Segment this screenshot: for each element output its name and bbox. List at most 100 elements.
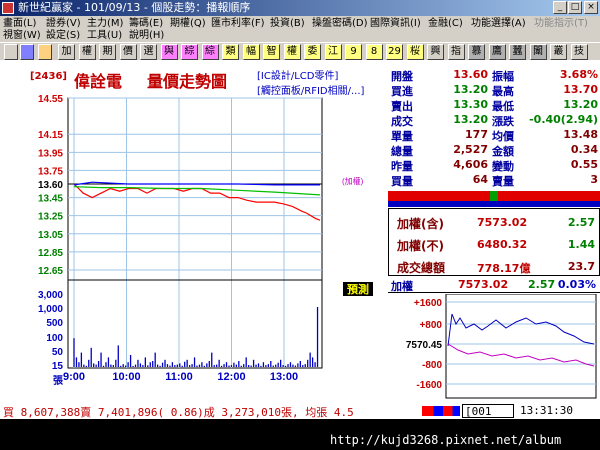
quote-panel: 開盤 13.60 振幅 3.68% 買進 13.20 最高 13.70 賣出 13.30 最低 13.… [388, 60, 600, 403]
toolbar-button-12[interactable]: 委 [304, 44, 321, 60]
quote-value: 64 [472, 173, 488, 186]
toolbar-button-7[interactable]: 綜 [201, 44, 219, 60]
menu-item-row2-2[interactable]: 工具(U) [87, 29, 122, 42]
quote-value: 13.30 [453, 98, 488, 111]
quote-row: 買量 64 賣量 3 [388, 173, 600, 188]
toolbar-button-3[interactable]: 價 [119, 44, 137, 60]
menu-item-6[interactable]: 投資(B) [270, 17, 305, 30]
toolbar-button-22[interactable]: 蠶 [509, 44, 526, 60]
depth-bar [388, 201, 600, 207]
toolbar-button-1[interactable]: 權 [78, 44, 96, 60]
volume-tick-label: 1,000 [38, 304, 63, 315]
toolbar-button-0[interactable]: 加 [58, 44, 75, 60]
maximize-button[interactable]: □ [568, 1, 582, 14]
quote-value: 2,527 [453, 143, 488, 156]
menu-item-row2-3[interactable]: 說明(H) [129, 29, 164, 42]
toolbar-arrow-button[interactable] [4, 44, 18, 60]
close-button[interactable]: × [584, 1, 598, 14]
price-volume-chart: 14.55 14.15 13.95 13.75 13.60 13.45 13.25 13.05… [38, 94, 373, 387]
menu-bar: 畫面(L) 證券(V) 主力(M) 籌碼(E) 期權(Q) 匯市利率(F) 投資(B) 操盤密… [0, 16, 600, 42]
quote-value-2: 13.70 [563, 83, 598, 96]
quote-value: 4,606 [453, 158, 488, 171]
status-bar: 買 8,607,388賣 7,401,896( 0.86)成 3,273,010… [0, 403, 600, 419]
toolbar-button-10[interactable]: 智 [263, 44, 280, 60]
quote-row: 昨量 4,606 變動 0.55 [388, 158, 600, 173]
toolbar-button-16[interactable]: 29 [386, 44, 403, 60]
quote-label: 賣出 [391, 100, 413, 113]
toolbar-button-13[interactable]: 江 [324, 44, 342, 60]
mini-label: 加權 [391, 280, 413, 293]
mini-tick-label: -800 [422, 360, 442, 371]
quote-row: 開盤 13.60 振幅 3.68% [388, 68, 600, 83]
price-tick-label: 13.25 [38, 212, 63, 223]
price-tick-label: 14.15 [38, 130, 63, 141]
toolbar-button-25[interactable]: 技 [570, 44, 588, 60]
toolbar-button-11[interactable]: 權 [283, 44, 301, 60]
toolbar-button-21[interactable]: 鷹 [488, 44, 506, 60]
mini-tick-label: 7570.45 [406, 340, 443, 351]
quote-value-2: 13.48 [563, 128, 598, 141]
time-tick-label: 11:00 [165, 371, 193, 383]
quote-label: 成交 [391, 115, 413, 128]
toolbar-button-4[interactable]: 選 [140, 44, 157, 60]
menu-item-9[interactable]: 金融(C) [428, 17, 463, 30]
quote-label-2: 振幅 [492, 70, 514, 83]
toolbar-button-24[interactable]: 叢 [550, 44, 567, 60]
toolbar-button-2[interactable]: 期 [99, 44, 116, 60]
trade-summary: 買 8,607,388賣 7,401,896( 0.86)成 3,273,010… [3, 406, 354, 419]
quote-row: 總量 2,527 金額 0.34 [388, 143, 600, 158]
buy-sell-strip [422, 406, 460, 416]
price-tick-label: 14.55 [38, 94, 63, 105]
toolbar-button-5[interactable]: 與 [160, 44, 178, 60]
quote-label-2: 賣量 [492, 175, 514, 188]
toolbar-button-9[interactable]: 幅 [242, 44, 260, 60]
menu-item-10[interactable]: 功能選擇(A) [471, 17, 526, 30]
mini-value: 7573.02 [458, 278, 509, 291]
menu-item-8[interactable]: 國際資訊(I) [370, 17, 421, 30]
quote-value-2: -0.40(2.94) [529, 113, 598, 126]
quote-label: 買進 [391, 85, 413, 98]
quote-label-2: 最高 [492, 85, 514, 98]
time-tick-label: 10:00 [112, 371, 140, 383]
toolbar-button-20[interactable]: 慕 [468, 44, 485, 60]
quote-value-2: 0.55 [570, 158, 598, 171]
mini-index-header: 加權 7573.02 2.57 0.03% [388, 277, 600, 293]
toolbar-button-18[interactable]: 興 [427, 44, 444, 60]
toolbar-button-6[interactable]: 綜 [181, 44, 198, 60]
mini-index-chart: +1600 +800 7570.45 -800 -1600 [388, 294, 600, 402]
title-bar: 新世紀贏家 - 101/09/13 - 個股走勢：播報順序 _ □ × [0, 0, 600, 16]
quote-label-2: 最低 [492, 100, 514, 113]
volume-tick-label: 500 [46, 318, 63, 329]
toolbar-button-17[interactable]: 桜 [406, 44, 424, 60]
quote-label-2: 均價 [492, 130, 514, 143]
menu-item-row2-0[interactable]: 視窗(W) [3, 29, 41, 42]
toolbar-button-14[interactable]: 9 [345, 44, 362, 60]
toolbar-button-23[interactable]: 闈 [529, 44, 547, 60]
menu-item-row2-1[interactable]: 設定(S) [46, 29, 80, 42]
toolbar-button-19[interactable]: 指 [447, 44, 465, 60]
quote-value-2: 13.20 [563, 98, 598, 111]
index-change: 1.44 [567, 238, 595, 251]
index-value: 778.17億 [477, 262, 531, 275]
price-tick-label: 13.75 [38, 166, 63, 177]
menu-item-11[interactable]: 功能指示(T) [534, 17, 588, 30]
mini-tick-label: -1600 [416, 380, 442, 391]
quote-label: 昨量 [391, 160, 413, 173]
buy-sell-ratio-bar [388, 191, 600, 201]
quote-label-2: 漲跌 [492, 115, 514, 128]
menu-item-5[interactable]: 匯市利率(F) [211, 17, 265, 30]
toolbar-button-15[interactable]: 8 [365, 44, 383, 60]
toolbar-button-8[interactable]: 類 [222, 44, 239, 60]
code-input[interactable]: [001 [462, 404, 514, 418]
mini-change: 2.57 [528, 278, 556, 291]
index-label: 成交總額 [397, 261, 446, 275]
toolbar-grid-button[interactable] [20, 44, 34, 60]
quote-row: 成交 13.20 漲跌 -0.40(2.94) [388, 113, 600, 128]
index-summary: 加權(含) 7573.02 2.57 加權(不) 6480.32 1.44 成交總額 778.… [388, 208, 600, 276]
quote-value: 13.20 [453, 83, 488, 96]
menu-item-7[interactable]: 操盤密碼(D) [312, 17, 368, 30]
index-value: 7573.02 [477, 216, 528, 229]
minimize-button[interactable]: _ [553, 1, 567, 14]
toolbar-up-button[interactable] [38, 44, 52, 60]
menu-item-4[interactable]: 期權(Q) [170, 17, 206, 30]
